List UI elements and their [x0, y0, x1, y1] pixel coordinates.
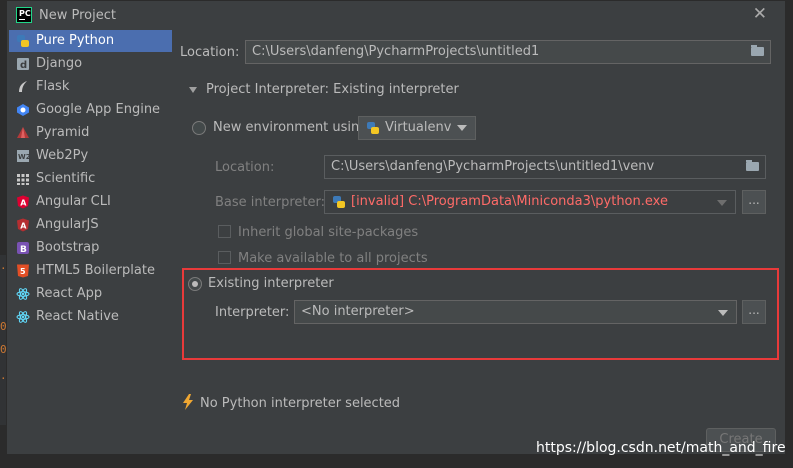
base-interpreter-value: C:\ProgramData\Miniconda3\python.exe: [408, 194, 668, 209]
inherit-site-packages-checkbox[interactable]: [218, 225, 231, 238]
title-bar: PC New Project ✕: [7, 1, 785, 29]
folder-icon[interactable]: [751, 45, 764, 56]
sidebar-item-angular-cli[interactable]: A Angular CLI: [9, 191, 172, 213]
svg-text:W2: W2: [18, 153, 30, 161]
new-environment-label: New environment using: [213, 120, 368, 135]
highlight-annotation-box: [182, 268, 779, 360]
sidebar-item-label: Web2Py: [36, 148, 89, 163]
sidebar-item-bootstrap[interactable]: B Bootstrap: [9, 237, 172, 259]
sidebar-item-label: React App: [36, 286, 103, 301]
location-input[interactable]: C:\Users\danfeng\PycharmProjects\untitle…: [245, 40, 771, 64]
collapse-triangle-icon[interactable]: [189, 87, 197, 93]
sidebar-item-flask[interactable]: Flask: [9, 76, 172, 98]
python-icon: [17, 35, 29, 47]
chevron-down-icon: [717, 200, 727, 206]
sidebar-item-react-app[interactable]: React App: [9, 283, 172, 305]
watermark-text: https://blog.csdn.net/math_and_fire: [536, 440, 786, 456]
new-environment-radio[interactable]: [192, 121, 206, 135]
base-interpreter-select[interactable]: [invalid] C:\ProgramData\Miniconda3\pyth…: [324, 190, 736, 214]
sidebar-item-label: Flask: [36, 79, 70, 94]
sidebar-item-label: Scientific: [36, 171, 96, 186]
web2py-icon: W2: [17, 150, 30, 162]
sidebar-item-react-native[interactable]: React Native: [9, 306, 172, 328]
venv-location-label: Location:: [215, 160, 275, 175]
invalid-badge: [invalid]: [351, 194, 405, 209]
sidebar-item-label: Bootstrap: [36, 240, 100, 255]
sidebar-item-django[interactable]: d Django: [9, 53, 172, 75]
angularjs-icon: A: [17, 218, 29, 232]
svg-text:A: A: [20, 199, 27, 208]
sidebar-item-label: Django: [36, 56, 83, 71]
sidebar-item-label: Pure Python: [36, 33, 115, 48]
sidebar-item-label: React Native: [36, 309, 119, 324]
sidebar-item-scientific[interactable]: Scientific: [9, 168, 172, 190]
svg-text:B: B: [20, 245, 27, 255]
flask-icon: [19, 81, 27, 92]
make-available-label: Make available to all projects: [238, 251, 428, 266]
sidebar-item-web2py[interactable]: W2 Web2Py: [9, 145, 172, 167]
environment-tool-select[interactable]: Virtualenv: [358, 116, 476, 140]
sidebar-item-pyramid[interactable]: Pyramid: [9, 122, 172, 144]
react-icon: [16, 288, 30, 300]
environment-tool-value: Virtualenv: [385, 120, 452, 135]
sidebar-item-label: Google App Engine: [36, 102, 161, 117]
sidebar-item-angularjs[interactable]: A AngularJS: [9, 214, 172, 236]
make-available-checkbox[interactable]: [218, 251, 231, 264]
venv-location-input[interactable]: C:\Users\danfeng\PycharmProjects\untitle…: [324, 155, 766, 179]
sidebar-item-label: Angular CLI: [36, 194, 111, 209]
sidebar-item-label: Pyramid: [36, 125, 90, 140]
svg-text:5: 5: [20, 267, 26, 276]
scientific-icon: [17, 174, 29, 185]
angular-cli-icon: A: [17, 195, 29, 209]
sidebar-item-label: AngularJS: [36, 217, 99, 232]
warning-message: No Python interpreter selected: [200, 396, 401, 411]
sidebar-item-html5-boilerplate[interactable]: 5 HTML5 Boilerplate: [9, 260, 172, 282]
bootstrap-icon: B: [17, 242, 29, 255]
sidebar-item-google-app-engine[interactable]: Google App Engine: [9, 99, 172, 121]
chevron-down-icon: [457, 125, 467, 131]
venv-location-value: C:\Users\danfeng\PycharmProjects\untitle…: [331, 159, 655, 174]
close-icon[interactable]: ✕: [753, 4, 767, 24]
django-icon: d: [17, 58, 29, 71]
google-app-engine-icon: [17, 104, 29, 116]
project-type-list: Pure Python d Django Flask Google App En…: [9, 30, 172, 410]
react-native-icon: [16, 311, 30, 323]
inherit-site-packages-label: Inherit global site-packages: [238, 225, 419, 240]
base-interpreter-label: Base interpreter:: [215, 195, 325, 210]
lightning-warning-icon: [183, 394, 193, 410]
location-label: Location:: [180, 45, 240, 60]
html5-icon: 5: [17, 264, 29, 278]
location-value: C:\Users\danfeng\PycharmProjects\untitle…: [252, 44, 540, 59]
svg-text:d: d: [20, 60, 27, 71]
pycharm-logo-icon: PC: [16, 7, 32, 23]
pyramid-icon: [17, 127, 29, 138]
folder-icon[interactable]: [746, 160, 759, 171]
sidebar-item-pure-python[interactable]: Pure Python: [9, 30, 172, 52]
python-icon: [367, 122, 379, 134]
interpreter-section-toggle[interactable]: Project Interpreter: Existing interprete…: [206, 82, 459, 97]
svg-text:A: A: [20, 222, 27, 231]
browse-base-interpreter-button[interactable]: ...: [742, 190, 766, 214]
python-icon: [333, 196, 345, 208]
sidebar-item-label: HTML5 Boilerplate: [36, 263, 155, 278]
window-title: New Project: [39, 8, 116, 23]
